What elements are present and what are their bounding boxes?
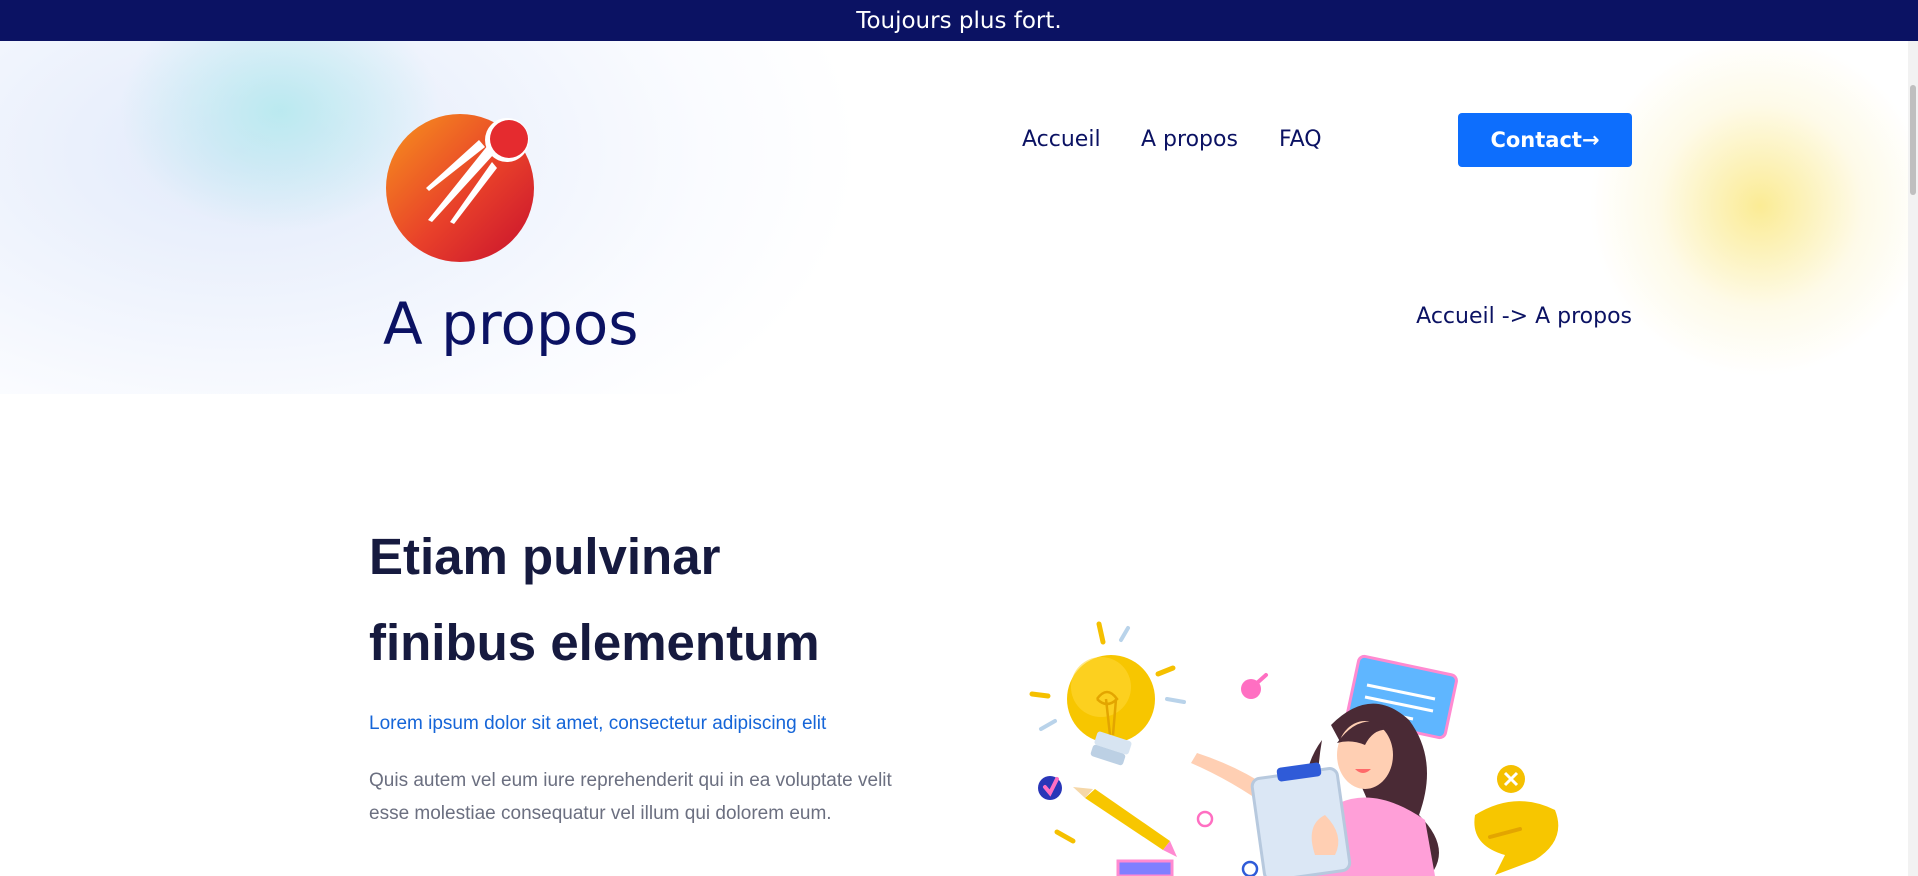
breadcrumb-separator: ->	[1494, 304, 1536, 329]
about-heading-line2: finibus elementum	[369, 614, 820, 671]
contact-button[interactable]: Contact→	[1458, 113, 1632, 167]
nav-item-faq[interactable]: FAQ	[1279, 127, 1322, 152]
breadcrumb-home-link[interactable]: Accueil	[1416, 304, 1495, 329]
nav-item-accueil[interactable]: Accueil	[1022, 127, 1101, 152]
announcement-bar: Toujours plus fort.	[0, 0, 1918, 41]
page-scrollbar[interactable]	[1908, 41, 1918, 876]
comet-logo-icon[interactable]	[384, 112, 536, 262]
idea-illustration-icon	[1029, 621, 1559, 876]
scrollbar-thumb[interactable]	[1910, 85, 1916, 195]
about-heading: Etiam pulvinar finibus elementum	[369, 514, 929, 686]
about-paragraph: Quis autem vel eum iure reprehenderit qu…	[369, 770, 892, 824]
breadcrumb: Accueil -> A propos	[1416, 304, 1632, 329]
page-header: Accueil A propos FAQ Contact→ A propos A…	[0, 41, 1918, 394]
page-title: A propos	[383, 290, 639, 358]
about-subheading: Lorem ipsum dolor sit amet, consectetur …	[369, 713, 827, 734]
nav-item-a-propos[interactable]: A propos	[1141, 127, 1238, 152]
breadcrumb-current: A propos	[1535, 304, 1632, 329]
about-heading-line1: Etiam pulvinar	[369, 528, 721, 585]
announcement-text: Toujours plus fort.	[856, 7, 1062, 34]
